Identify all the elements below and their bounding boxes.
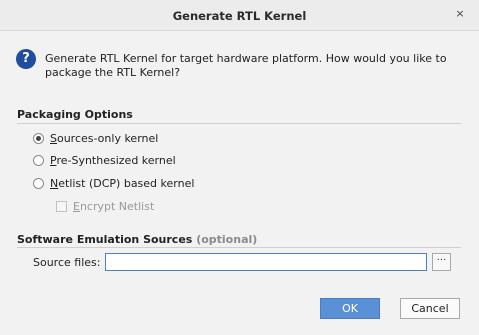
title-bar: Generate RTL Kernel × — [0, 0, 479, 31]
radio-pre-synthesized[interactable]: Pre-Synthesized kernel — [33, 152, 176, 168]
checkbox-disabled — [56, 200, 67, 212]
radio-button[interactable] — [33, 154, 44, 166]
emulation-sources-heading: Software Emulation Sources (optional) — [17, 233, 258, 246]
radio-button[interactable] — [33, 177, 44, 189]
packaging-options-heading: Packaging Options — [17, 108, 133, 121]
emulation-separator — [17, 247, 461, 248]
question-icon: ? — [16, 49, 36, 69]
radio-label-pre-synthesized: Pre-Synthesized kernel — [50, 153, 176, 167]
radio-netlist-dcp[interactable]: Netlist (DCP) based kernel — [33, 175, 194, 191]
radio-label-sources-only: Sources-only kernel — [50, 131, 159, 145]
checkbox-encrypt-netlist: Encrypt Netlist — [56, 198, 154, 214]
cancel-button[interactable]: Cancel — [400, 298, 460, 319]
window-title: Generate RTL Kernel — [172, 9, 307, 23]
radio-label-netlist-dcp: Netlist (DCP) based kernel — [50, 176, 195, 190]
checkbox-label-encrypt-netlist: Encrypt Netlist — [73, 199, 155, 213]
close-icon[interactable]: × — [453, 7, 467, 21]
prompt-message: Generate RTL Kernel for target hardware … — [45, 52, 447, 79]
packaging-separator — [17, 123, 461, 124]
radio-button-checked[interactable] — [33, 132, 44, 144]
source-files-input[interactable] — [105, 253, 427, 271]
source-files-label: Source files: — [33, 256, 101, 269]
optional-label: (optional) — [196, 233, 258, 246]
radio-sources-only[interactable]: Sources-only kernel — [33, 130, 158, 146]
ok-button[interactable]: OK — [320, 298, 380, 319]
browse-button[interactable]: ··· — [432, 253, 451, 271]
